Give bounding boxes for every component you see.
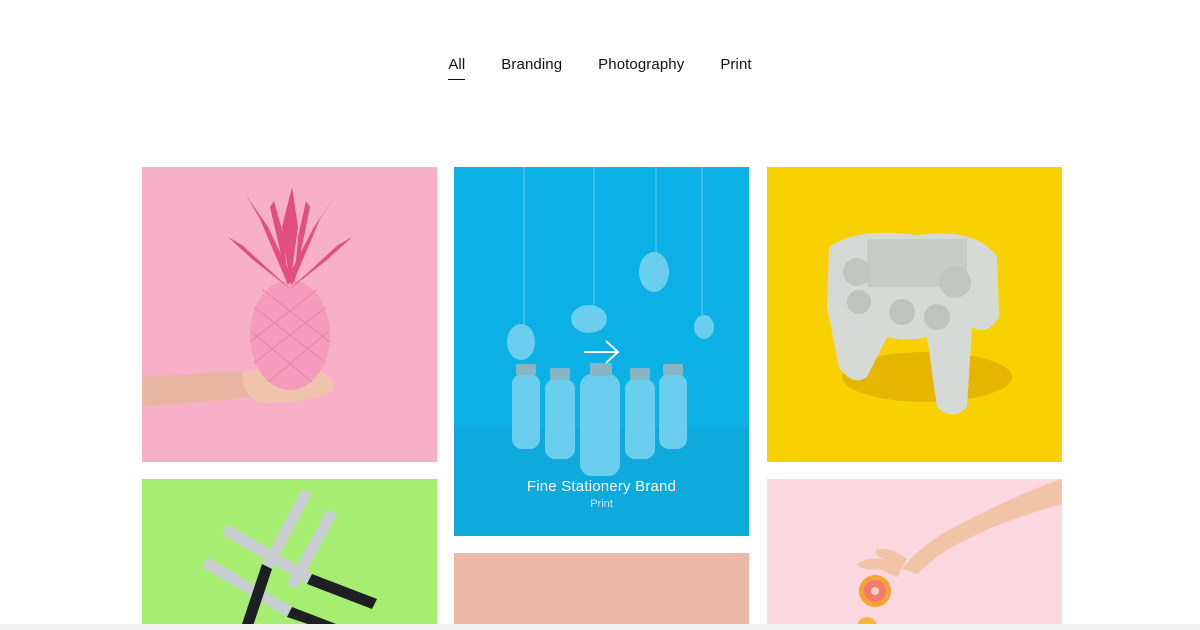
portfolio-item-category: Print xyxy=(590,498,613,510)
filter-branding[interactable]: Branding xyxy=(501,56,562,80)
filter-photography[interactable]: Photography xyxy=(598,56,684,80)
filter-all[interactable]: All xyxy=(448,56,466,80)
pineapple-image xyxy=(142,167,437,462)
portfolio-item-grapefruit[interactable] xyxy=(767,479,1062,630)
knives-image xyxy=(142,479,437,630)
portfolio-item-pineapple[interactable] xyxy=(142,167,437,462)
portfolio-filter-nav: All Branding Photography Print xyxy=(0,56,1200,80)
peach-image xyxy=(454,553,749,630)
portfolio-item-knives[interactable] xyxy=(142,479,437,630)
filter-print[interactable]: Print xyxy=(720,56,751,80)
grapefruit-image xyxy=(767,479,1062,630)
portfolio-item-title: Fine Stationery Brand xyxy=(526,478,677,495)
horizontal-scrollbar[interactable] xyxy=(0,624,1200,630)
controller-image xyxy=(767,167,1062,462)
portfolio-page: All Branding Photography Print Fine Stat… xyxy=(0,0,1200,630)
arrow-right-icon xyxy=(584,340,620,364)
portfolio-item-peach[interactable] xyxy=(454,553,749,630)
portfolio-item-controller[interactable] xyxy=(767,167,1062,462)
portfolio-item-bottles[interactable]: Fine Stationery Brand Print xyxy=(454,167,749,536)
